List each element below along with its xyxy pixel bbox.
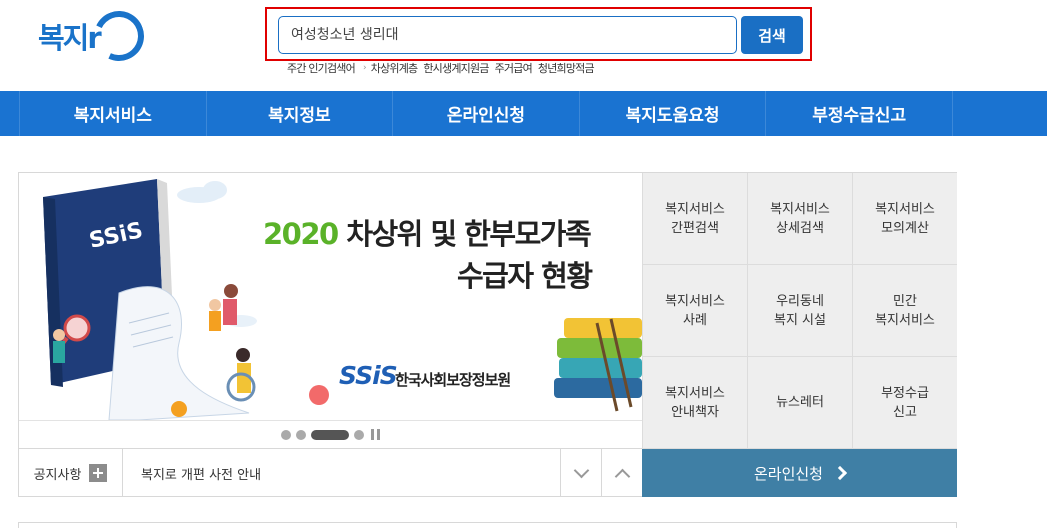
chevron-up-icon bbox=[614, 468, 630, 484]
popular-keyword[interactable]: 한시생계지원금 bbox=[423, 60, 489, 76]
quick-menu-label: 우리동네 복지 시설 bbox=[774, 293, 826, 328]
search-button[interactable]: 검색 bbox=[741, 16, 803, 54]
online-apply-button[interactable]: 온라인신청 bbox=[642, 449, 957, 497]
nav-item-welfare-info[interactable]: 복지정보 bbox=[207, 91, 394, 136]
quick-menu-item[interactable]: 우리동네 복지 시설 bbox=[747, 265, 852, 357]
banner-year: 2020 bbox=[263, 217, 339, 251]
notice-label: 공지사항 bbox=[33, 467, 82, 483]
banner-title-text: 차상위 및 한부모가족 bbox=[337, 217, 591, 251]
nav-item-help-request[interactable]: 복지도움요청 bbox=[580, 91, 767, 136]
quick-menu-label: 민간 복지서비스 bbox=[875, 293, 935, 328]
slider-dot-active[interactable] bbox=[311, 429, 349, 440]
notice-bar: 공지사항 복지로 개편 사전 안내 bbox=[19, 448, 642, 497]
slider-dot[interactable] bbox=[281, 429, 291, 440]
popular-keyword[interactable]: 차상위계층 bbox=[371, 60, 418, 76]
popular-keywords: 주간 인기검색어 › 차상위계층 한시생계지원금 주거급여 청년희망적금 bbox=[287, 60, 600, 76]
slider-dot[interactable] bbox=[354, 429, 364, 440]
quick-menu-item[interactable]: 복지서비스 모의계산 bbox=[852, 173, 957, 265]
nav-item-online-apply[interactable]: 온라인신청 bbox=[393, 91, 580, 136]
popular-keywords-label: 주간 인기검색어 bbox=[287, 62, 356, 75]
quick-menu-item[interactable]: 복지서비스 안내책자 bbox=[642, 357, 747, 449]
notice-label-area[interactable]: 공지사항 bbox=[19, 449, 123, 497]
chevron-right-icon bbox=[832, 465, 848, 481]
quick-menu-item[interactable]: 민간 복지서비스 bbox=[852, 265, 957, 357]
quick-menu-label: 뉴스레터 bbox=[776, 395, 824, 410]
notice-next-button[interactable] bbox=[560, 449, 601, 497]
ssis-logo: SSiS bbox=[339, 361, 398, 390]
separator-icon: › bbox=[362, 63, 367, 73]
banner-title-line2: 수급자 현황 bbox=[457, 259, 593, 293]
online-apply-label: 온라인신청 bbox=[753, 464, 823, 483]
search-area: 여성청소년 생리대 검색 bbox=[265, 7, 812, 61]
banner-org-name: 한국사회보장정보원 bbox=[395, 371, 511, 389]
search-input[interactable]: 여성청소년 생리대 bbox=[278, 16, 737, 54]
next-section-edge bbox=[18, 522, 957, 528]
notice-prev-button[interactable] bbox=[601, 449, 642, 497]
quick-menu-label: 부정수급 신고 bbox=[881, 385, 929, 420]
quick-menu-label: 복지서비스 모의계산 bbox=[875, 201, 935, 236]
slider-indicator bbox=[19, 420, 642, 448]
nav-item-welfare-service[interactable]: 복지서비스 bbox=[20, 91, 207, 136]
quick-menu-item[interactable]: 부정수급 신고 bbox=[852, 357, 957, 449]
plus-icon[interactable] bbox=[89, 464, 108, 482]
popular-keyword[interactable]: 청년희망적금 bbox=[538, 60, 595, 76]
quick-menu-grid: 복지서비스 간편검색 복지서비스 상세검색 복지서비스 모의계산 복지서비스 사… bbox=[642, 173, 957, 449]
main-nav: 복지서비스 복지정보 온라인신청 복지도움요청 부정수급신고 bbox=[0, 91, 1047, 136]
nav-item-fraud-report[interactable]: 부정수급신고 bbox=[766, 91, 953, 136]
logo-text: 복지r bbox=[38, 21, 102, 55]
banner-slide[interactable]: SSiS 2020 차상위 및 한부모가족 수급자 현황 SSiS 한국사회보장… bbox=[19, 173, 642, 420]
popular-keyword[interactable]: 주거급여 bbox=[495, 60, 533, 76]
pause-icon[interactable] bbox=[371, 429, 380, 440]
quick-menu-item[interactable]: 복지서비스 간편검색 bbox=[642, 173, 747, 265]
quick-menu-label: 복지서비스 상세검색 bbox=[770, 201, 830, 236]
quick-menu-item[interactable]: 복지서비스 사례 bbox=[642, 265, 747, 357]
quick-menu-label: 복지서비스 간편검색 bbox=[665, 201, 725, 236]
notice-text[interactable]: 복지로 개편 사전 안내 bbox=[123, 449, 560, 497]
slider-dot[interactable] bbox=[296, 429, 306, 440]
banner-title-line1: 2020 차상위 및 한부모가족 bbox=[263, 211, 592, 253]
quick-menu-item[interactable]: 복지서비스 상세검색 bbox=[747, 173, 852, 265]
quick-menu-label: 복지서비스 사례 bbox=[665, 293, 725, 328]
quick-menu-item[interactable]: 뉴스레터 bbox=[747, 357, 852, 449]
site-logo[interactable]: 복지r bbox=[38, 3, 152, 69]
main-panel: SSiS 2020 차상위 및 한부모가족 수급자 현황 SSiS 한국사회보장… bbox=[18, 172, 957, 497]
chevron-down-icon bbox=[573, 462, 589, 478]
quick-menu-label: 복지서비스 안내책자 bbox=[665, 385, 725, 420]
